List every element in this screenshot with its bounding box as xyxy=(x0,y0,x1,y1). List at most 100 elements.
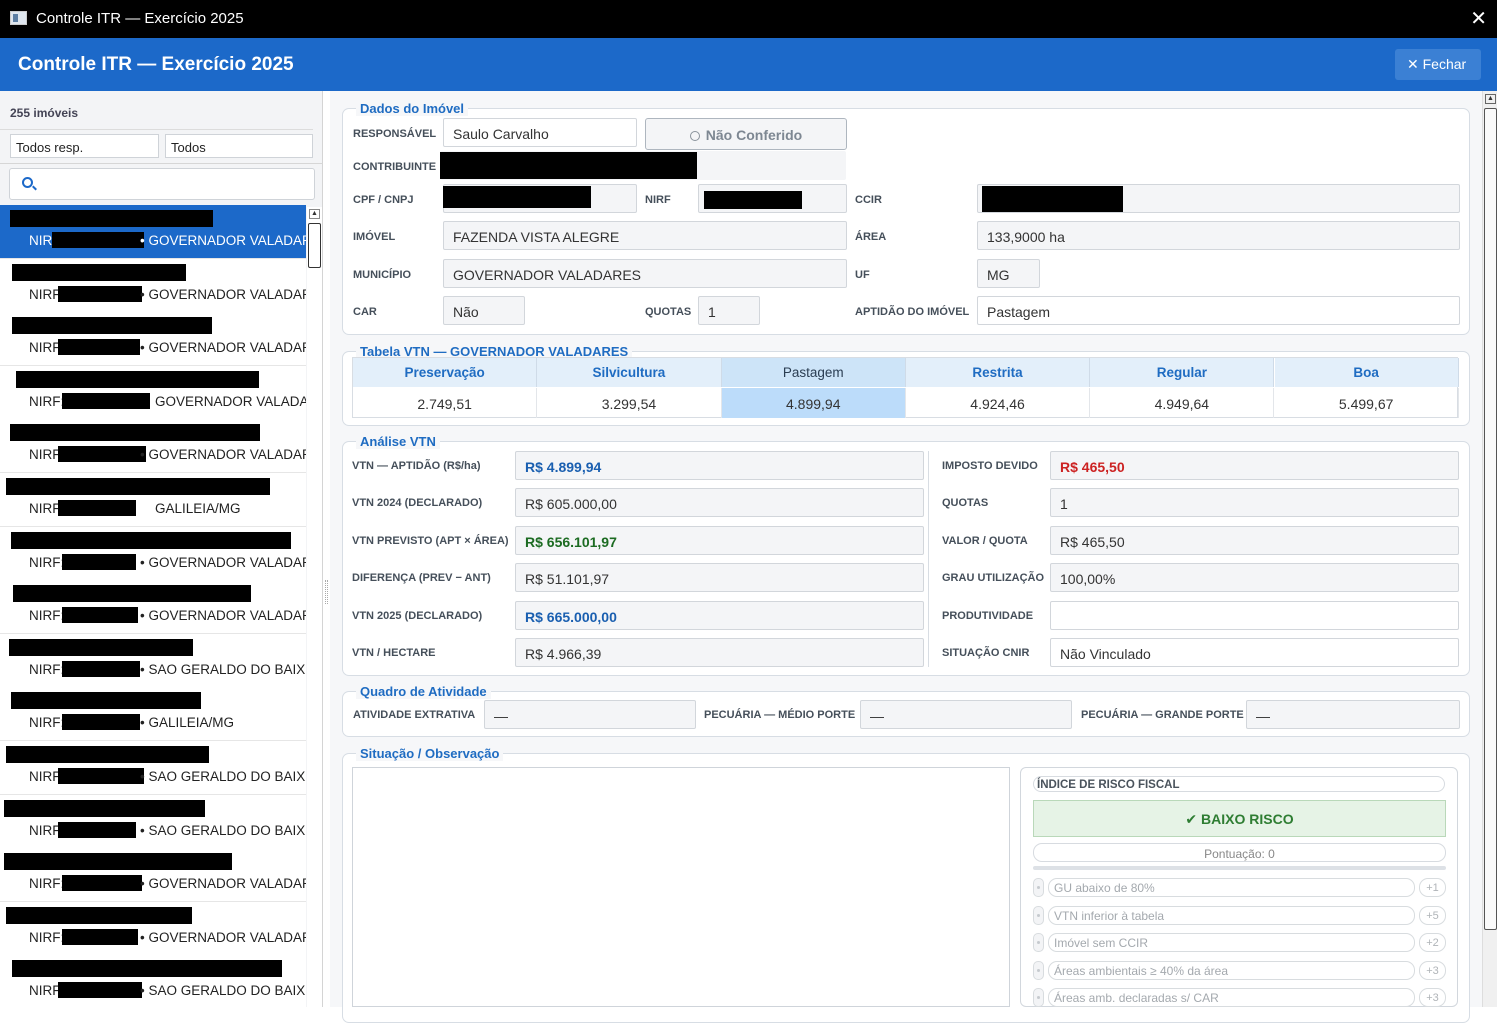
analise-field[interactable]: R$ 656.101,97 xyxy=(515,526,924,555)
municipio-field[interactable]: GOVERNADOR VALADARES xyxy=(443,259,847,288)
status-conferido-button[interactable]: Não Conferido xyxy=(645,118,847,150)
analise-field[interactable] xyxy=(1050,601,1459,630)
list-item[interactable]: NIRF:• GOVERNADOR VALADARES/MG xyxy=(0,526,306,581)
analise-field[interactable]: 100,00% xyxy=(1050,563,1459,592)
redacted-block xyxy=(10,210,213,227)
quotas-field[interactable]: 1 xyxy=(698,296,760,325)
car-field[interactable]: Não xyxy=(443,296,525,325)
area-label: ÁREA xyxy=(855,231,887,243)
analise-label: VTN / HECTARE xyxy=(352,647,436,659)
criterion-points: +2 xyxy=(1419,933,1446,952)
vtn-header-4: Regular xyxy=(1090,358,1275,387)
list-item[interactable]: NIRF GALILEIA/MG xyxy=(0,473,306,527)
window-close-icon[interactable]: ✕ xyxy=(1470,6,1487,31)
list-item-municipio: GOVERNADOR VALADARES/MG xyxy=(155,393,306,409)
vtn-header-1: Silvicultura xyxy=(537,358,722,387)
list-item[interactable]: NIRF• GOVERNADOR VALADARES/MG xyxy=(0,312,306,367)
list-item[interactable]: NIRF• GOVERNADOR VALADARES/MG xyxy=(0,419,306,474)
list-item[interactable]: NIRF• SAO GERALDO DO BAIXIO/MG xyxy=(0,955,306,1007)
redacted-block xyxy=(443,186,591,208)
list-item[interactable]: NIRF:• GOVERNADOR VALADARES/MG xyxy=(0,901,306,956)
observacao-textarea[interactable] xyxy=(352,767,1010,1007)
redacted-block xyxy=(58,500,136,516)
redacted-block xyxy=(58,446,146,463)
list-item[interactable]: NIRF:• GOVERNADOR VALADARES/MG xyxy=(0,580,306,635)
redacted-block xyxy=(16,370,259,388)
redacted-block xyxy=(4,853,232,871)
list-item-municipio: • SAO GERALDO DO BAIXIO/MG xyxy=(140,661,306,677)
extrativa-label: ATIVIDADE EXTRATIVA xyxy=(353,709,476,721)
list-item[interactable]: NIRF• GOVERNADOR VALADARES/MG xyxy=(0,205,306,259)
list-item[interactable]: NIRF:GOVERNADOR VALADARES/MG xyxy=(0,365,306,420)
redacted-block xyxy=(12,960,282,978)
medio-porte-label: PECUÁRIA — MÉDIO PORTE xyxy=(704,709,856,721)
grande-porte-label: PECUÁRIA — GRANDE PORTE xyxy=(1081,709,1244,721)
close-button[interactable]: ✕ Fechar xyxy=(1395,49,1481,80)
detail-panel: RESPONSÁVEL Saulo Carvalho Não Conferido… xyxy=(330,91,1482,1023)
atividade-group: ATIVIDADE EXTRATIVA — PECUÁRIA — MÉDIO P… xyxy=(342,691,1470,737)
extrativa-field[interactable]: — xyxy=(484,700,696,729)
analise-field[interactable]: R$ 605.000,00 xyxy=(515,488,924,517)
scroll-up-icon[interactable]: ▲ xyxy=(309,209,320,219)
status-filter[interactable]: Todos xyxy=(165,134,313,158)
situacao-title: Situação / Observação xyxy=(356,746,504,761)
vtn-value-4: 4.949,64 xyxy=(1090,388,1275,418)
area-field[interactable]: 133,9000 ha xyxy=(977,221,1460,250)
analise-label: PRODUTIVIDADE xyxy=(942,610,1034,622)
list-item-municipio: • GALILEIA/MG xyxy=(140,715,235,731)
redacted-block xyxy=(58,821,136,838)
responsavel-field[interactable]: Saulo Carvalho xyxy=(443,118,637,147)
analise-field[interactable]: Não Vinculado xyxy=(1050,638,1459,667)
analise-field[interactable]: R$ 4.966,39 xyxy=(515,638,924,667)
vtn-table: Preservação 2.749,51 Silvicultura 3.299,54 P… xyxy=(352,357,1459,418)
analise-label: GRAU UTILIZAÇÃO xyxy=(942,572,1045,584)
criterion-text: Áreas ambientais ≥ 40% da área xyxy=(1048,960,1415,980)
app-header: Controle ITR — Exercício 2025 ✕ Fechar xyxy=(0,38,1497,91)
main-scrollbar[interactable]: ▲ xyxy=(1482,91,1497,1007)
analise-field[interactable]: R$ 665.000,00 xyxy=(515,601,924,630)
list-item-municipio: • GOVERNADOR VALADARES/MG xyxy=(140,929,306,945)
scroll-thumb[interactable] xyxy=(1484,108,1497,930)
imovel-field[interactable]: FAZENDA VISTA ALEGRE xyxy=(443,221,847,250)
uf-field[interactable]: MG xyxy=(977,259,1040,288)
list-item[interactable]: NIRF:• SAO GERALDO DO BAIXIO/MG xyxy=(0,741,306,795)
municipio-label: MUNICÍPIO xyxy=(353,269,412,281)
property-count: 255 imóveis xyxy=(10,106,79,120)
grande-porte-field[interactable]: — xyxy=(1246,700,1460,729)
criterion-points: +3 xyxy=(1419,960,1446,980)
vtn-header-2: Pastagem xyxy=(721,358,906,387)
property-list[interactable]: NIRF• GOVERNADOR VALADARES/MGNIRF• GOVER… xyxy=(0,205,306,1007)
list-scrollbar[interactable]: ▲ xyxy=(307,207,322,1007)
analise-label: VTN PREVISTO (APT × ÁREA) xyxy=(352,535,509,547)
list-item[interactable]: NIRF• SAO GERALDO DO BAIXIO/MG xyxy=(0,794,306,849)
bullet-icon xyxy=(1033,960,1044,980)
risk-badge: ✔ BAIXO RISCO xyxy=(1033,800,1446,837)
search-input[interactable] xyxy=(9,168,315,200)
risk-title: ÍNDICE DE RISCO FISCAL xyxy=(1033,776,1445,792)
splitter-handle[interactable] xyxy=(325,580,328,604)
criterion-text: GU abaixo de 80% xyxy=(1048,878,1415,897)
analise-label: SITUAÇÃO CNIR xyxy=(942,647,1030,659)
scroll-up-icon[interactable]: ▲ xyxy=(1485,94,1496,104)
redacted-block xyxy=(62,392,150,409)
responsavel-filter[interactable]: Todos resp. xyxy=(10,134,159,158)
list-item-municipio: GALILEIA/MG xyxy=(155,501,241,516)
analise-field[interactable]: R$ 465,50 xyxy=(1050,451,1459,480)
list-item[interactable]: NIRF:• SAO GERALDO DO BAIXIO/MG xyxy=(0,633,306,688)
analise-field[interactable]: R$ 4.899,94 xyxy=(515,451,924,480)
scroll-thumb[interactable] xyxy=(308,223,321,268)
risk-criterion: Imóvel sem CCIR +2 xyxy=(1033,933,1446,952)
analise-field[interactable]: R$ 465,50 xyxy=(1050,526,1459,555)
window-titlebar: Controle ITR — Exercício 2025 ✕ xyxy=(0,0,1497,38)
analise-field[interactable]: R$ 51.101,97 xyxy=(515,563,924,592)
list-item[interactable]: NIRF• GOVERNADOR VALADARES/MG xyxy=(0,258,306,313)
list-item[interactable]: NIRF: • GALILEIA/MG xyxy=(0,687,306,742)
redacted-block xyxy=(58,768,144,784)
medio-porte-field[interactable]: — xyxy=(860,700,1072,729)
aptidao-field[interactable]: Pastagem xyxy=(977,296,1460,325)
analise-field[interactable]: 1 xyxy=(1050,488,1459,517)
list-item[interactable]: NIRF:• GOVERNADOR VALADARES/MG xyxy=(0,848,306,903)
contribuinte-label: CONTRIBUINTE xyxy=(353,161,437,173)
risk-score: Pontuação: 0 xyxy=(1033,843,1446,862)
page-title: Controle ITR — Exercício 2025 xyxy=(18,54,294,75)
